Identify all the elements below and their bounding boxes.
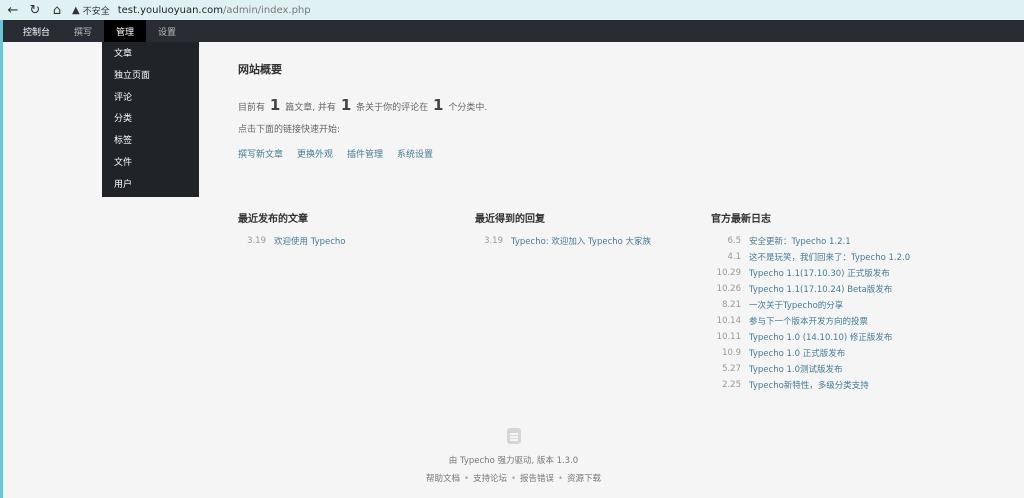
address-bar[interactable]: ▲ 不安全 test.youluoyuan.com/admin/index.ph… xyxy=(72,2,311,18)
post-link[interactable]: 欢迎使用 Typecho xyxy=(274,235,346,247)
separator: • xyxy=(558,474,564,484)
admin-page: 控制台 撰写 管理 设置 文章 独立页面 评论 分类 标签 文件 用户 网站概要… xyxy=(0,20,1024,498)
list-item: 8.21 一次关于Typecho的分享 xyxy=(711,297,951,313)
typecho-logo-icon xyxy=(506,428,521,444)
list-item: 4.1 这不是玩笑，我们回来了：Typecho 1.2.0 xyxy=(711,249,951,265)
item-date: 4.1 xyxy=(727,252,741,262)
comment-count: 1 xyxy=(340,96,352,114)
browser-toolbar: ← ↻ ⌂ ▲ 不安全 test.youluoyuan.com/admin/in… xyxy=(0,0,1024,20)
manage-dropdown-menu: 文章 独立页面 评论 分类 标签 文件 用户 xyxy=(102,42,199,197)
url-path: /admin/index.php xyxy=(222,4,311,16)
list-item: 3.19 Typecho: 欢迎加入 Typecho 大家族 xyxy=(475,233,705,249)
log-link[interactable]: Typecho 1.1(17.10.30) 正式版发布 xyxy=(749,267,890,279)
footer-links: 帮助文档 • 支持论坛 • 报告错误 • 资源下载 xyxy=(3,472,1024,484)
admin-top-nav: 控制台 撰写 管理 设置 xyxy=(3,20,1024,42)
menu-item-files[interactable]: 文件 xyxy=(102,153,199,175)
list-item: 10.9 Typecho 1.0 正式版发布 xyxy=(711,345,951,361)
item-date: 10.26 xyxy=(716,284,741,294)
page-title: 网站概要 xyxy=(238,63,282,76)
post-count: 1 xyxy=(269,96,281,114)
menu-item-comments[interactable]: 评论 xyxy=(102,88,199,110)
separator: • xyxy=(463,474,469,484)
log-link[interactable]: 这不是玩笑，我们回来了：Typecho 1.2.0 xyxy=(749,251,910,263)
reload-icon[interactable]: ↻ xyxy=(24,0,46,20)
list-item: 6.5 安全更新：Typecho 1.2.1 xyxy=(711,233,951,249)
url-host: test.youluoyuan.com xyxy=(117,4,223,16)
footer-link-forum[interactable]: 支持论坛 xyxy=(473,474,507,484)
log-link[interactable]: Typecho 1.1(17.10.24) Beta版发布 xyxy=(749,283,892,295)
link-write-post[interactable]: 撰写新文章 xyxy=(238,147,283,160)
menu-item-tags[interactable]: 标签 xyxy=(102,131,199,153)
list-item: 10.29 Typecho 1.1(17.10.30) 正式版发布 xyxy=(711,265,951,281)
log-link[interactable]: 参与下一个版本开发方向的投票 xyxy=(749,315,868,327)
recent-comments-section: 最近得到的回复 3.19 Typecho: 欢迎加入 Typecho 大家族 xyxy=(475,210,705,249)
recent-comments-title: 最近得到的回复 xyxy=(475,214,545,225)
menu-item-pages[interactable]: 独立页面 xyxy=(102,66,199,88)
quick-start-hint: 点击下面的链接快速开始: xyxy=(238,125,341,135)
nav-dashboard[interactable]: 控制台 xyxy=(11,20,62,42)
footer-link-downloads[interactable]: 资源下载 xyxy=(567,474,601,484)
log-link[interactable]: Typecho 1.0 (14.10.10) 修正版发布 xyxy=(749,331,892,343)
item-date: 10.14 xyxy=(716,316,741,326)
official-log-section: 官方最新日志 6.5 安全更新：Typecho 1.2.1 4.1 这不是玩笑，我们… xyxy=(711,210,951,393)
menu-item-users[interactable]: 用户 xyxy=(102,175,199,197)
link-plugins[interactable]: 插件管理 xyxy=(347,147,383,160)
item-date: 10.29 xyxy=(716,268,741,278)
official-log-title: 官方最新日志 xyxy=(711,214,771,225)
home-icon[interactable]: ⌂ xyxy=(46,0,68,20)
item-date: 10.9 xyxy=(722,348,741,358)
menu-item-categories[interactable]: 分类 xyxy=(102,109,199,131)
item-date: 3.19 xyxy=(247,236,266,246)
url-text[interactable]: test.youluoyuan.com/admin/index.php xyxy=(118,5,311,16)
list-item: 10.26 Typecho 1.1(17.10.24) Beta版发布 xyxy=(711,281,951,297)
item-date: 5.27 xyxy=(722,364,741,374)
nav-manage[interactable]: 管理 xyxy=(104,20,147,42)
log-link[interactable]: 安全更新：Typecho 1.2.1 xyxy=(749,235,851,247)
item-date: 8.21 xyxy=(722,300,741,310)
item-date: 6.5 xyxy=(727,236,741,246)
stats-text-2: 篇文章, 并有 xyxy=(285,103,336,113)
log-link[interactable]: 一次关于Typecho的分享 xyxy=(749,299,843,311)
insecure-label: 不安全 xyxy=(82,6,110,17)
separator: • xyxy=(510,474,516,484)
stats-text-3: 条关于你的评论在 xyxy=(356,103,429,113)
site-stats: 目前有 1 篇文章, 并有 1 条关于你的评论在 1 个分类中. xyxy=(238,96,487,114)
recent-posts-title: 最近发布的文章 xyxy=(238,214,308,225)
log-link[interactable]: Typecho新特性，多级分类支持 xyxy=(749,379,869,391)
list-item: 3.19 欢迎使用 Typecho xyxy=(238,233,468,249)
stats-text-4: 个分类中. xyxy=(448,103,488,113)
powered-by-text: 由 Typecho 强力驱动, 版本 1.3.0 xyxy=(448,456,579,466)
item-date: 3.19 xyxy=(484,236,503,246)
stats-text-1: 目前有 xyxy=(238,103,266,113)
nav-settings[interactable]: 设置 xyxy=(146,20,188,42)
comment-link[interactable]: Typecho: 欢迎加入 Typecho 大家族 xyxy=(511,235,651,247)
warning-icon: ▲ xyxy=(72,4,80,16)
list-item: 2.25 Typecho新特性，多级分类支持 xyxy=(711,377,951,393)
footer-link-report-bug[interactable]: 报告错误 xyxy=(520,474,554,484)
page-footer: 由 Typecho 强力驱动, 版本 1.3.0 帮助文档 • 支持论坛 • 报告错误 •… xyxy=(3,428,1024,484)
category-count: 1 xyxy=(433,96,444,114)
back-arrow-icon[interactable]: ← xyxy=(2,0,24,20)
link-change-theme[interactable]: 更换外观 xyxy=(297,147,333,160)
item-date: 10.11 xyxy=(716,332,741,342)
link-system-settings[interactable]: 系统设置 xyxy=(397,147,433,160)
log-link[interactable]: Typecho 1.0测试版发布 xyxy=(749,363,843,375)
footer-link-docs[interactable]: 帮助文档 xyxy=(426,474,460,484)
quick-links: 撰写新文章 更换外观 插件管理 系统设置 xyxy=(238,147,433,160)
item-date: 2.25 xyxy=(722,380,741,390)
nav-write[interactable]: 撰写 xyxy=(62,20,104,42)
recent-posts-section: 最近发布的文章 3.19 欢迎使用 Typecho xyxy=(238,210,468,249)
log-link[interactable]: Typecho 1.0 正式版发布 xyxy=(749,347,845,359)
list-item: 10.14 参与下一个版本开发方向的投票 xyxy=(711,313,951,329)
menu-item-posts[interactable]: 文章 xyxy=(102,44,199,66)
list-item: 5.27 Typecho 1.0测试版发布 xyxy=(711,361,951,377)
list-item: 10.11 Typecho 1.0 (14.10.10) 修正版发布 xyxy=(711,329,951,345)
